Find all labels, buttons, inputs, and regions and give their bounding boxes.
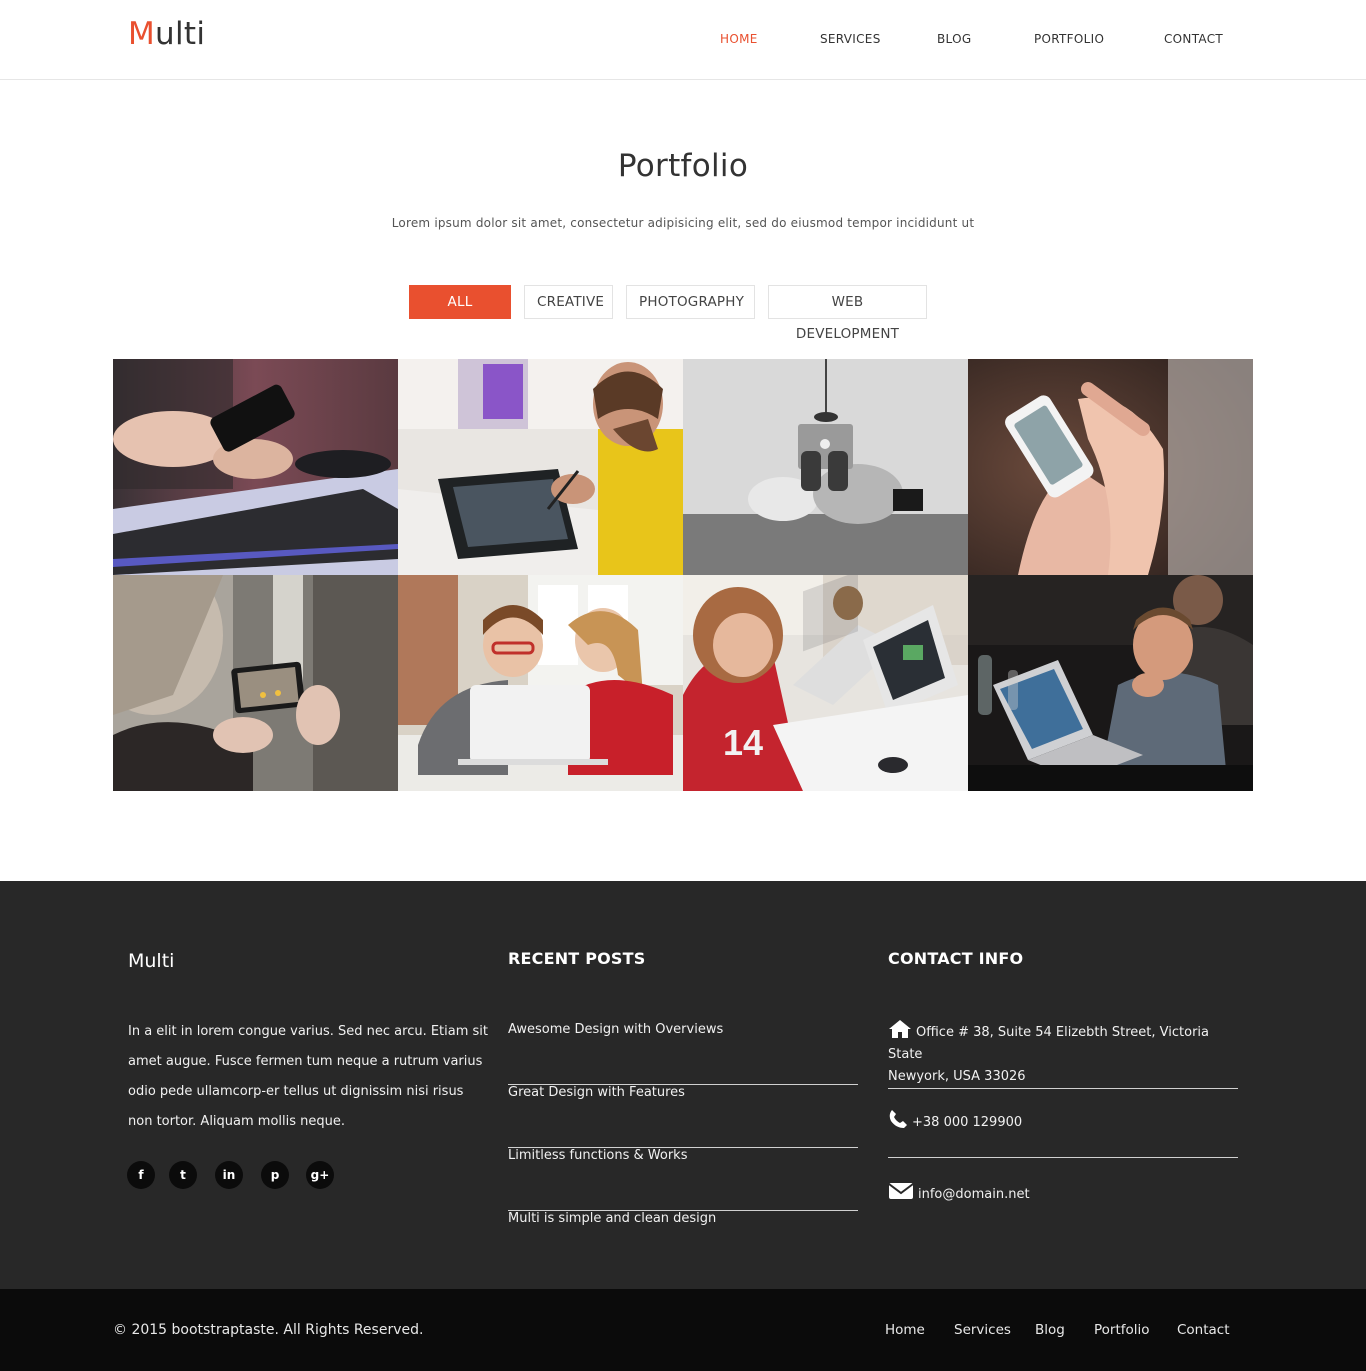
nav-contact[interactable]: CONTACT	[1164, 32, 1223, 46]
main-nav: HOME SERVICES BLOG PORTFOLIO CONTACT	[0, 32, 1366, 52]
nav-services[interactable]: SERVICES	[820, 32, 881, 46]
home-icon	[889, 1020, 911, 1038]
footer-brand: Multi	[128, 950, 175, 972]
google-plus-icon[interactable]: g+	[306, 1161, 334, 1189]
address-line-1: Office # 38, Suite 54 Elizebth Street, V…	[888, 1025, 1210, 1062]
portfolio-item-kids-laptop[interactable]	[398, 575, 683, 791]
recent-post-title: Multi is simple and clean design	[508, 1211, 717, 1226]
filter-all-works[interactable]: ALL WORKS	[409, 285, 511, 342]
site-header: Multi HOME SERVICES BLOG PORTFOLIO CONTA…	[0, 0, 1366, 80]
email-address[interactable]: info@domain.net	[918, 1187, 1030, 1202]
footer-nav-home[interactable]: Home	[885, 1322, 925, 1338]
phone-number: +38 000 129900	[912, 1115, 1023, 1130]
contact-phone: +38 000 129900	[888, 1109, 1238, 1158]
facebook-icon[interactable]: f	[127, 1161, 155, 1189]
recent-post-link[interactable]: Great Design with Features	[508, 1085, 858, 1148]
portfolio-item-night-laptop[interactable]	[968, 575, 1253, 791]
kids-with-laptop-photo	[398, 575, 683, 791]
phone-icon	[889, 1110, 907, 1128]
copyright-text: © 2015 bootstraptaste. All Rights Reserv…	[113, 1322, 424, 1338]
kids-coding-photo: 14	[683, 575, 968, 791]
site-footer: Multi In a elit in lorem congue varius. …	[0, 881, 1366, 1289]
filter-creative[interactable]: CREATIVE	[524, 285, 613, 319]
contact-email: info@domain.net	[888, 1181, 1238, 1211]
linkedin-icon[interactable]: in	[215, 1161, 243, 1189]
recent-post-title: Awesome Design with Overviews	[508, 1022, 724, 1037]
portfolio-subtitle: Lorem ipsum dolor sit amet, consectetur …	[391, 216, 975, 230]
portfolio-item-smartphone[interactable]	[968, 359, 1253, 575]
nav-blog[interactable]: BLOG	[937, 32, 971, 46]
recent-post-title: Great Design with Features	[508, 1085, 685, 1100]
portfolio-item-phone-tablet[interactable]	[113, 359, 398, 575]
recent-post-link[interactable]: Multi is simple and clean design	[508, 1211, 858, 1274]
envelope-icon	[888, 1183, 914, 1199]
woman-with-phone-city-photo	[113, 575, 398, 791]
portfolio-item-city-phone[interactable]	[113, 575, 398, 791]
footer-nav-portfolio[interactable]: Portfolio	[1094, 1322, 1150, 1338]
portfolio-item-laptop-bw[interactable]	[683, 359, 968, 575]
portfolio-grid: 14	[113, 359, 1253, 791]
pinterest-icon[interactable]: p	[261, 1161, 289, 1189]
recent-post-link[interactable]: Limitless functions & Works	[508, 1148, 858, 1211]
footer-about-text: In a elit in lorem congue varius. Sed ne…	[128, 1024, 489, 1129]
footer-nav-contact[interactable]: Contact	[1177, 1322, 1230, 1338]
man-at-laptop-night-photo	[968, 575, 1253, 791]
man-drawing-on-tablet-photo	[398, 359, 683, 575]
filter-web-development[interactable]: WEB DEVELOPMENT	[768, 285, 927, 342]
recent-posts-heading: RECENT POSTS	[508, 949, 646, 968]
twitter-icon[interactable]: t	[169, 1161, 197, 1189]
contact-info-heading: CONTACT INFO	[888, 949, 1024, 968]
person-with-laptop-bw-photo	[683, 359, 968, 575]
address-line-2: Newyork, USA 33026	[888, 1069, 1026, 1084]
contact-address: Office # 38, Suite 54 Elizebth Street, V…	[888, 1019, 1238, 1089]
filter-photography[interactable]: PHOTOGRAPHY	[626, 285, 755, 319]
recent-post-link[interactable]: Awesome Design with Overviews	[508, 1022, 858, 1085]
footer-nav-blog[interactable]: Blog	[1035, 1322, 1065, 1338]
nav-home[interactable]: HOME	[720, 32, 758, 46]
nav-portfolio[interactable]: PORTFOLIO	[1034, 32, 1104, 46]
portfolio-item-man-drawing[interactable]	[398, 359, 683, 575]
portfolio-item-kids-coding[interactable]: 14	[683, 575, 968, 791]
bottom-bar: © 2015 bootstraptaste. All Rights Reserv…	[0, 1289, 1366, 1371]
portfolio-title: Portfolio	[617, 148, 749, 184]
svg-text:14: 14	[723, 722, 763, 763]
recent-post-title: Limitless functions & Works	[508, 1148, 688, 1163]
footer-nav-services[interactable]: Services	[954, 1322, 1011, 1338]
phone-and-tablet-photo	[113, 359, 398, 575]
hands-with-smartphone-photo	[968, 359, 1253, 575]
